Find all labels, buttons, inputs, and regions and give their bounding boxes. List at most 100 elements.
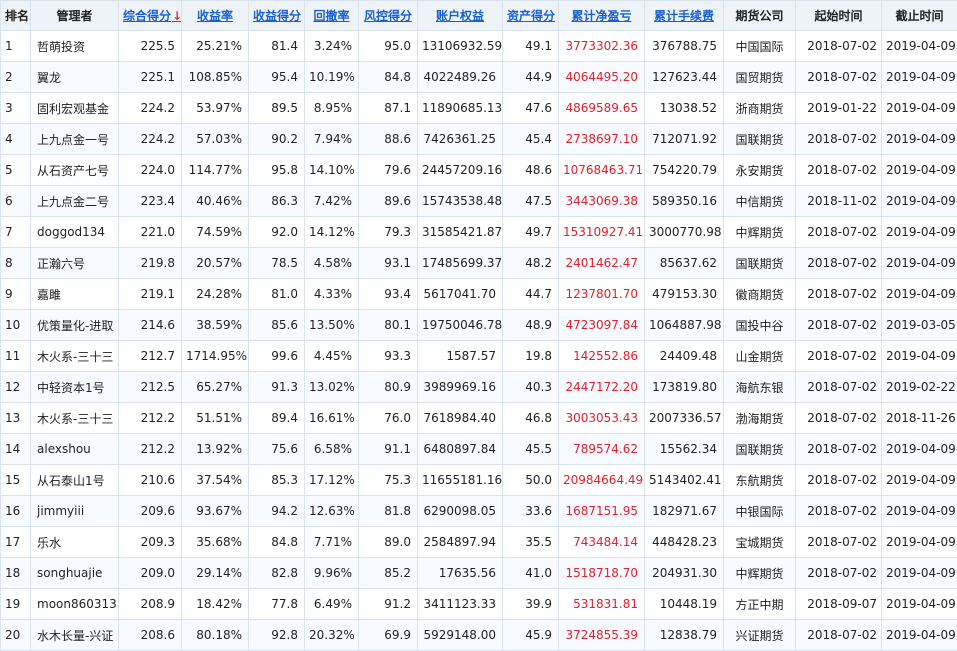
cell-end-date: 2019-04-09 — [882, 186, 957, 217]
header-label: 综合得分 — [123, 9, 171, 23]
cell-start-date: 2018-07-02 — [796, 434, 882, 465]
header-cumulative-pnl[interactable]: 累计净盈亏 — [559, 1, 645, 31]
cell-account-equity: 6480897.84 — [418, 434, 503, 465]
cell-total-score: 224.2 — [119, 93, 182, 124]
cell-manager: 水木长量-兴证 — [31, 620, 119, 651]
header-return-score[interactable]: 收益得分 — [249, 1, 305, 31]
cell-futures-company: 方正中期 — [724, 589, 796, 620]
header-label: 收益得分 — [253, 9, 301, 23]
cell-total-score: 225.1 — [119, 62, 182, 93]
header-account-equity[interactable]: 账户权益 — [418, 1, 503, 31]
cell-drawdown-rate: 10.19% — [305, 62, 359, 93]
header-risk-score[interactable]: 风控得分 — [359, 1, 418, 31]
header-return-rate[interactable]: 收益率 — [182, 1, 249, 31]
cell-asset-score: 45.9 — [503, 620, 559, 651]
cell-risk-score: 80.9 — [359, 372, 418, 403]
cell-risk-score: 93.3 — [359, 341, 418, 372]
cell-asset-score: 48.2 — [503, 248, 559, 279]
cell-risk-score: 85.2 — [359, 558, 418, 589]
table-row: 2翼龙225.1108.85%95.410.19%84.84022489.264… — [1, 62, 957, 93]
cell-start-date: 2018-07-02 — [796, 248, 882, 279]
cell-manager: 木火系-三十三 — [31, 403, 119, 434]
cell-start-date: 2018-07-02 — [796, 403, 882, 434]
cell-account-equity: 7618984.40 — [418, 403, 503, 434]
cell-account-equity: 11655181.16 — [418, 465, 503, 496]
cell-drawdown-rate: 4.33% — [305, 279, 359, 310]
cell-rank: 13 — [1, 403, 31, 434]
cell-start-date: 2018-07-02 — [796, 558, 882, 589]
cell-return-rate: 80.18% — [182, 620, 249, 651]
cell-rank: 6 — [1, 186, 31, 217]
cell-total-score: 224.2 — [119, 124, 182, 155]
header-cumulative-fee[interactable]: 累计手续费 — [645, 1, 724, 31]
header-label: 起始时间 — [814, 9, 862, 23]
cell-futures-company: 国投中谷 — [724, 310, 796, 341]
cell-drawdown-rate: 16.61% — [305, 403, 359, 434]
header-start-date: 起始时间 — [796, 1, 882, 31]
header-manager: 管理者 — [31, 1, 119, 31]
header-label: 排名 — [5, 9, 29, 23]
cell-cumulative-fee: 712071.92 — [645, 124, 724, 155]
cell-manager: 哲萌投资 — [31, 31, 119, 62]
cell-asset-score: 46.8 — [503, 403, 559, 434]
cell-return-score: 91.3 — [249, 372, 305, 403]
cell-start-date: 2018-07-02 — [796, 62, 882, 93]
cell-manager: songhuajie — [31, 558, 119, 589]
header-total-score[interactable]: 综合得分↓ — [119, 1, 182, 31]
header-label: 期货公司 — [735, 9, 783, 23]
table-row: 1哲萌投资225.525.21%81.43.24%95.013106932.59… — [1, 31, 957, 62]
cell-asset-score: 44.7 — [503, 279, 559, 310]
cell-total-score: 214.6 — [119, 310, 182, 341]
table-row: 16jimmyiii209.693.67%94.212.63%81.862900… — [1, 496, 957, 527]
cell-cumulative-pnl: 789574.62 — [559, 434, 645, 465]
cell-start-date: 2018-07-02 — [796, 527, 882, 558]
cell-rank: 14 — [1, 434, 31, 465]
table-row: 12中轻资本1号212.565.27%91.313.02%80.93989969… — [1, 372, 957, 403]
cell-asset-score: 49.1 — [503, 31, 559, 62]
cell-manager: 固利宏观基金 — [31, 93, 119, 124]
cell-risk-score: 88.6 — [359, 124, 418, 155]
cell-cumulative-fee: 10448.19 — [645, 589, 724, 620]
header-asset-score[interactable]: 资产得分 — [503, 1, 559, 31]
cell-risk-score: 91.1 — [359, 434, 418, 465]
cell-start-date: 2018-07-02 — [796, 496, 882, 527]
header-label: 回撤率 — [313, 9, 349, 23]
cell-return-rate: 40.46% — [182, 186, 249, 217]
cell-risk-score: 84.8 — [359, 62, 418, 93]
table-row: 10优策量化-进取214.638.59%85.613.50%80.1197500… — [1, 310, 957, 341]
cell-rank: 8 — [1, 248, 31, 279]
cell-rank: 19 — [1, 589, 31, 620]
cell-risk-score: 75.3 — [359, 465, 418, 496]
cell-account-equity: 1587.57 — [418, 341, 503, 372]
cell-account-equity: 3989969.16 — [418, 372, 503, 403]
cell-start-date: 2018-07-02 — [796, 155, 882, 186]
cell-start-date: 2018-07-02 — [796, 341, 882, 372]
cell-end-date: 2019-04-09 — [882, 31, 957, 62]
table-row: 5从石资产七号224.0114.77%95.814.10%79.62445720… — [1, 155, 957, 186]
cell-futures-company: 徽商期货 — [724, 279, 796, 310]
cell-account-equity: 31585421.87 — [418, 217, 503, 248]
cell-total-score: 212.5 — [119, 372, 182, 403]
header-label: 风控得分 — [364, 9, 412, 23]
cell-cumulative-pnl: 142552.86 — [559, 341, 645, 372]
header-label: 累计净盈亏 — [571, 9, 631, 23]
cell-return-rate: 108.85% — [182, 62, 249, 93]
cell-end-date: 2019-02-22 — [882, 372, 957, 403]
header-drawdown-rate[interactable]: 回撤率 — [305, 1, 359, 31]
cell-cumulative-fee: 1064887.98 — [645, 310, 724, 341]
cell-return-score: 92.8 — [249, 620, 305, 651]
cell-manager: doggod134 — [31, 217, 119, 248]
cell-manager: jimmyiii — [31, 496, 119, 527]
cell-asset-score: 44.9 — [503, 62, 559, 93]
cell-account-equity: 13106932.59 — [418, 31, 503, 62]
cell-rank: 9 — [1, 279, 31, 310]
table-row: 9嘉雎219.124.28%81.04.33%93.45617041.7044.… — [1, 279, 957, 310]
cell-cumulative-pnl: 4723097.84 — [559, 310, 645, 341]
cell-start-date: 2018-07-02 — [796, 31, 882, 62]
cell-cumulative-fee: 5143402.41 — [645, 465, 724, 496]
cell-drawdown-rate: 14.12% — [305, 217, 359, 248]
cell-drawdown-rate: 4.58% — [305, 248, 359, 279]
cell-manager: 翼龙 — [31, 62, 119, 93]
cell-asset-score: 33.6 — [503, 496, 559, 527]
cell-total-score: 212.2 — [119, 434, 182, 465]
